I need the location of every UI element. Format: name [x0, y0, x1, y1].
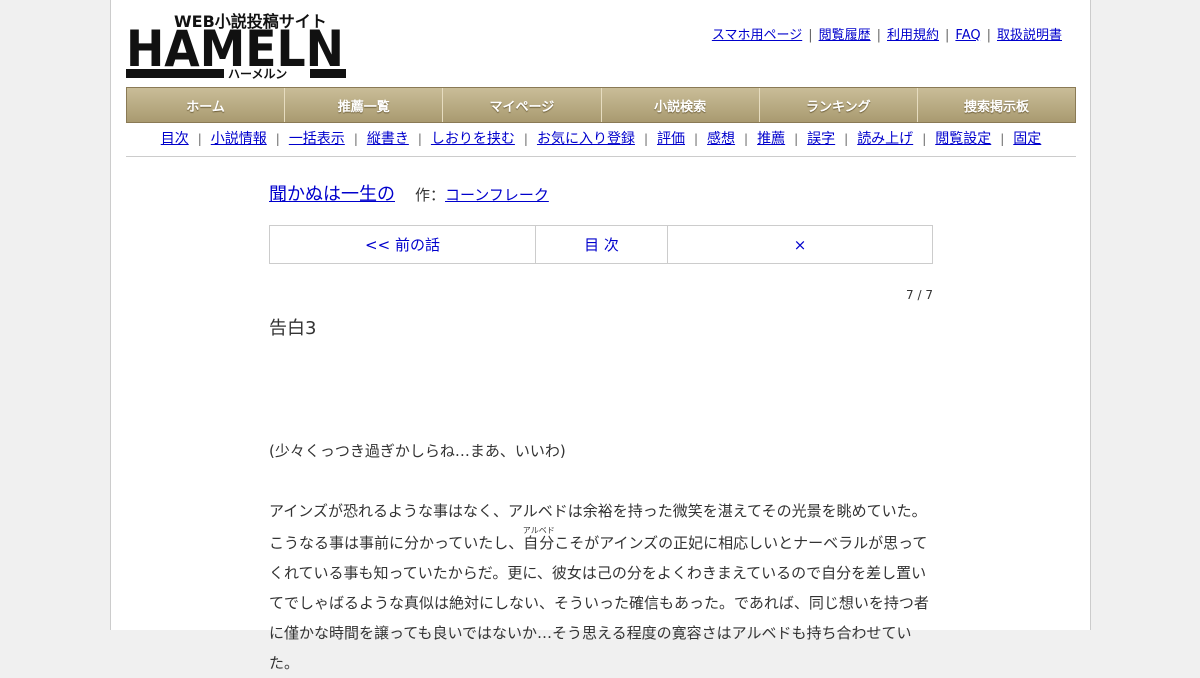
- nav-search-board[interactable]: 捜索掲示板: [918, 88, 1075, 122]
- subnav-comments[interactable]: 感想: [707, 131, 735, 147]
- link-faq[interactable]: FAQ: [955, 28, 980, 43]
- link-terms[interactable]: 利用規約: [887, 28, 939, 43]
- episode-body: (少々くっつき過ぎかしらね…まあ、いいわ) アインズが恐れるような事はなく、アル…: [269, 436, 933, 678]
- subnav-show-all[interactable]: 一括表示: [289, 131, 345, 147]
- novel-title-link[interactable]: 聞かぬは一生の: [269, 184, 395, 205]
- toc-link[interactable]: 目 次: [536, 226, 668, 263]
- subnav-recommend[interactable]: 推薦: [757, 131, 785, 147]
- subnav-vertical[interactable]: 縦書き: [367, 131, 409, 147]
- subnav-novel-info[interactable]: 小説情報: [211, 131, 267, 147]
- link-manual[interactable]: 取扱説明書: [997, 28, 1062, 43]
- subnav-toc[interactable]: 目次: [161, 131, 189, 147]
- body-line: に僅かな時間を譲っても良いではないか…そう思える程度の寛容さはアルベドも持ち合わ…: [269, 624, 912, 672]
- prev-episode-link[interactable]: << 前の話: [270, 226, 536, 263]
- episode-pager: << 前の話 目 次 ×: [269, 225, 933, 264]
- subnav-typo[interactable]: 誤字: [807, 131, 835, 147]
- episode-counter: 7 / 7: [906, 288, 933, 302]
- body-line: アインズが恐れるような事はなく、アルベドは余裕を持った微笑を湛えてその光景を眺め…: [269, 502, 927, 520]
- subnav-reading-settings[interactable]: 閲覧設定: [935, 131, 991, 147]
- subnav-pin[interactable]: 固定: [1013, 131, 1041, 147]
- page-container: WEB小説投稿サイト HAMELN ハーメルン スマホ用ページ | 閲覧履歴 | 利用規…: [110, 0, 1091, 672]
- link-history[interactable]: 閲覧履歴: [819, 28, 871, 43]
- author-link[interactable]: コーンフレーク: [445, 186, 549, 204]
- global-nav: ホーム 推薦一覧 マイページ 小説検索 ランキング 捜索掲示板: [126, 87, 1076, 123]
- subnav-read-aloud[interactable]: 読み上げ: [857, 131, 913, 147]
- body-line: てでしゃばるような真似は絶対にしない、そういった確信もあった。であれば、同じ想い…: [269, 594, 929, 612]
- author-label: 作：: [415, 186, 446, 204]
- next-episode-none: ×: [793, 235, 807, 254]
- ruby-annotation: 自分アルベド: [522, 526, 555, 552]
- nav-ranking[interactable]: ランキング: [760, 88, 918, 122]
- top-links: スマホ用ページ | 閲覧履歴 | 利用規約 | FAQ | 取扱説明書: [711, 28, 1062, 43]
- nav-recommendations[interactable]: 推薦一覧: [285, 88, 444, 122]
- subnav-rating[interactable]: 評価: [657, 131, 685, 147]
- subnav-bookmark[interactable]: しおりを挟む: [431, 131, 515, 147]
- link-smartphone-page[interactable]: スマホ用ページ: [712, 28, 802, 43]
- novel-heading: 聞かぬは一生の 作：コーンフレーク: [269, 180, 933, 206]
- episode-subtitle: 告白3: [269, 318, 317, 339]
- body-line: くれている事も知っていたからだ。更に、彼女は己の分をよくわきまえているので自分を…: [269, 564, 927, 582]
- main-content: 聞かぬは一生の 作：コーンフレーク << 前の話 目 次 × 7 / 7 告白3 …: [269, 180, 933, 678]
- nav-novel-search[interactable]: 小説検索: [602, 88, 760, 122]
- body-paragraph: (少々くっつき過ぎかしらね…まあ、いいわ): [269, 442, 566, 460]
- body-line: こうなる事は事前に分かっていたし、自分アルベドこそがアインズの正妃に相応しいとナ…: [269, 526, 928, 552]
- nav-mypage[interactable]: マイページ: [443, 88, 602, 122]
- nav-home[interactable]: ホーム: [127, 88, 286, 122]
- logo-kana: ハーメルン: [228, 67, 287, 80]
- hameln-logo[interactable]: WEB小説投稿サイト HAMELN ハーメルン: [126, 10, 346, 81]
- novel-subnav: 目次 | 小説情報 | 一括表示 | 縦書き | しおりを挟む | お気に入り登録 | 評価 | 感想 | 推薦…: [126, 128, 1076, 157]
- subnav-favorite[interactable]: お気に入り登録: [537, 131, 635, 147]
